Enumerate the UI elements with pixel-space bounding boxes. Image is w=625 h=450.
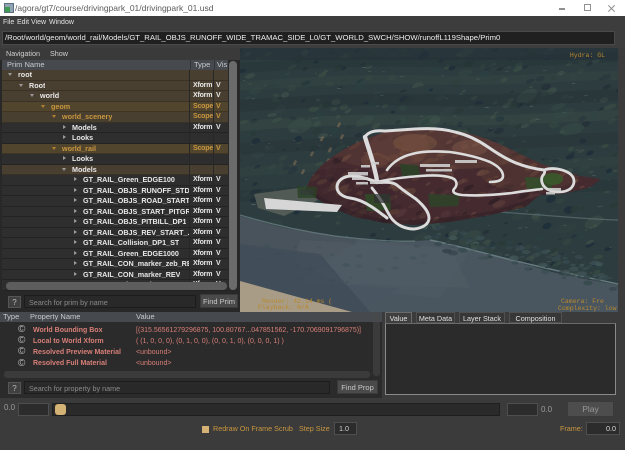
svg-text:Playback: N/A: Playback: N/A: [258, 304, 309, 311]
svg-text:Hydra: GL: Hydra: GL: [570, 52, 605, 59]
svg-text:Camera: Fre: Camera: Fre: [561, 298, 604, 305]
svg-text:Complexity: low: Complexity: low: [558, 305, 617, 312]
